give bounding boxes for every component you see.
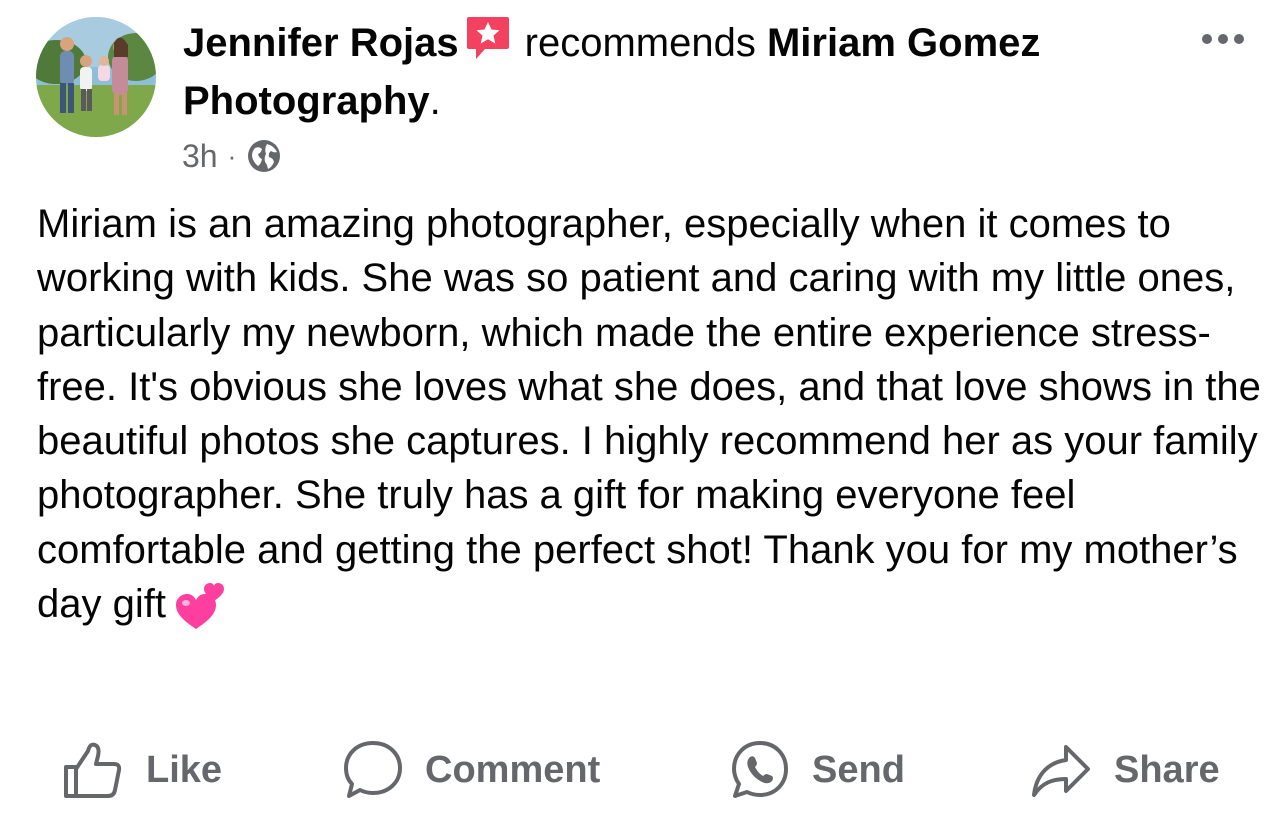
post-body-text: Miriam is an amazing photographer, espec…	[37, 202, 1261, 627]
post-meta: 3h ·	[182, 134, 282, 178]
action-bar: Like Comment Send Share	[0, 730, 1284, 810]
recommend-badge-icon	[466, 17, 509, 59]
thumbs-up-icon	[64, 742, 122, 798]
send-label: Send	[812, 748, 905, 791]
author-avatar[interactable]	[36, 17, 156, 137]
share-button[interactable]: Share	[1030, 730, 1220, 810]
comment-bubble-icon	[344, 741, 402, 798]
comment-button[interactable]: Comment	[343, 730, 600, 810]
two-hearts-icon	[175, 583, 224, 630]
send-button[interactable]: Send	[730, 730, 905, 810]
comment-label: Comment	[425, 748, 601, 791]
globe-icon	[248, 140, 281, 172]
meta-separator: ·	[227, 141, 237, 171]
author-name[interactable]: Jennifer Rojas	[183, 21, 459, 65]
post-header: Jennifer Rojas recommends Miriam Gomez P…	[183, 14, 1183, 130]
post-time[interactable]: 3h	[182, 134, 218, 178]
like-button[interactable]: Like	[62, 730, 222, 810]
whatsapp-icon	[732, 741, 788, 798]
post-body: Miriam is an amazing photographer, espec…	[37, 197, 1267, 633]
share-label: Share	[1114, 748, 1220, 791]
like-label: Like	[146, 748, 223, 791]
share-arrow-icon	[1032, 745, 1090, 797]
header-period: .	[429, 79, 441, 123]
more-options-icon[interactable]	[1202, 34, 1244, 44]
recommends-verb: recommends	[524, 21, 756, 65]
